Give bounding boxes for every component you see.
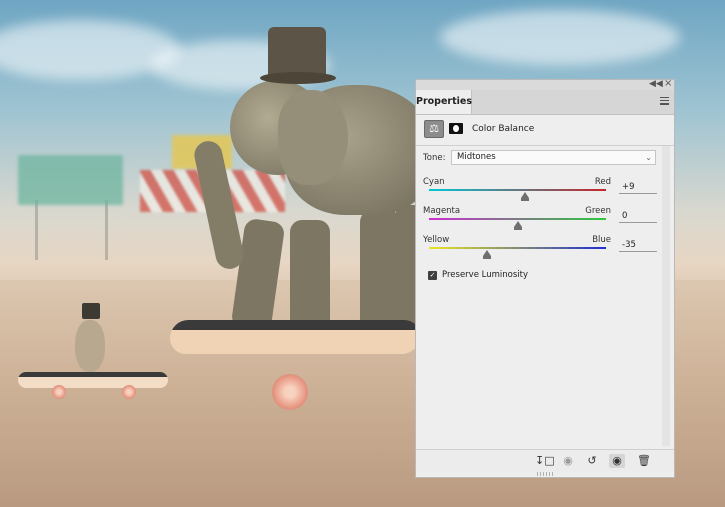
layer-mask-icon[interactable] bbox=[449, 123, 463, 134]
slider-value-field[interactable]: -35 bbox=[619, 239, 657, 252]
slider-value-field[interactable]: +9 bbox=[619, 181, 657, 194]
chevron-down-icon: ⌄ bbox=[645, 153, 652, 162]
panel-bottom-toolbar: ↧□ ◉ ↺ ◉ 🗑 bbox=[416, 449, 674, 472]
color-balance-icon[interactable]: ⚖ bbox=[424, 120, 444, 138]
elephant-leg bbox=[290, 220, 330, 335]
elephant-ear bbox=[278, 90, 348, 185]
slider-thumb[interactable] bbox=[482, 250, 491, 259]
cloud bbox=[440, 10, 680, 65]
slider-right-label: Green bbox=[585, 206, 611, 216]
slider-right-label: Red bbox=[594, 177, 611, 187]
slider-magenta-green: Magenta Green 0 bbox=[416, 206, 674, 236]
adjustment-title: Color Balance bbox=[472, 124, 535, 134]
slider-left-label: Cyan bbox=[423, 177, 445, 187]
close-icon[interactable]: × bbox=[664, 78, 672, 89]
slider-yellow-blue: Yellow Blue -35 bbox=[416, 235, 674, 265]
sign-pole bbox=[105, 200, 108, 260]
road-sign-green bbox=[18, 155, 123, 205]
panel-menu-icon[interactable] bbox=[660, 97, 669, 105]
slider-thumb[interactable] bbox=[521, 192, 530, 201]
adjustment-header: ⚖ Color Balance bbox=[416, 115, 674, 146]
properties-panel: ◀◀ × Properties ⚖ Color Balance Tone: Mi… bbox=[415, 78, 675, 478]
tab-properties[interactable]: Properties bbox=[416, 90, 472, 114]
panel-tabbar: Properties bbox=[416, 90, 674, 115]
slider-track[interactable] bbox=[429, 189, 606, 191]
slider-left-label: Magenta bbox=[423, 206, 461, 216]
small-skateboard bbox=[18, 372, 168, 388]
slider-left-label: Yellow bbox=[423, 235, 450, 245]
slider-track[interactable] bbox=[429, 218, 606, 220]
skateboard-wheel bbox=[122, 385, 136, 399]
slider-cyan-red: Cyan Red +9 bbox=[416, 177, 674, 207]
clip-to-layer-icon[interactable]: ↧□ bbox=[535, 454, 555, 468]
tone-dropdown[interactable]: Midtones ⌄ bbox=[451, 150, 656, 165]
visibility-eye-icon[interactable]: ◉ bbox=[609, 454, 625, 468]
elephant-hat-brim bbox=[260, 72, 336, 84]
preserve-luminosity-checkbox[interactable]: ✓ bbox=[428, 271, 437, 280]
delete-trash-icon[interactable]: 🗑 bbox=[636, 454, 652, 468]
view-previous-icon[interactable]: ◉ bbox=[560, 454, 576, 468]
large-skateboard bbox=[168, 320, 422, 354]
skateboard-wheel bbox=[52, 385, 66, 399]
mouse-top-hat bbox=[82, 303, 100, 319]
tone-dropdown-value: Midtones bbox=[457, 152, 496, 162]
mouse-figure bbox=[75, 320, 105, 372]
slider-right-label: Blue bbox=[592, 235, 611, 245]
scrollbar[interactable] bbox=[662, 146, 670, 446]
skateboard-wheel bbox=[272, 374, 308, 410]
tone-label: Tone: bbox=[423, 153, 446, 163]
sign-pole bbox=[35, 200, 38, 260]
collapse-icon[interactable]: ◀◀ bbox=[649, 79, 663, 89]
reset-icon[interactable]: ↺ bbox=[584, 454, 600, 468]
panel-resize-grip[interactable] bbox=[537, 472, 553, 476]
elephant-leg bbox=[360, 210, 400, 335]
slider-thumb[interactable] bbox=[513, 221, 522, 230]
slider-track[interactable] bbox=[429, 247, 606, 249]
panel-title-strip: ◀◀ × bbox=[416, 78, 674, 90]
preserve-luminosity-label: Preserve Luminosity bbox=[442, 270, 528, 280]
slider-value-field[interactable]: 0 bbox=[619, 210, 657, 223]
